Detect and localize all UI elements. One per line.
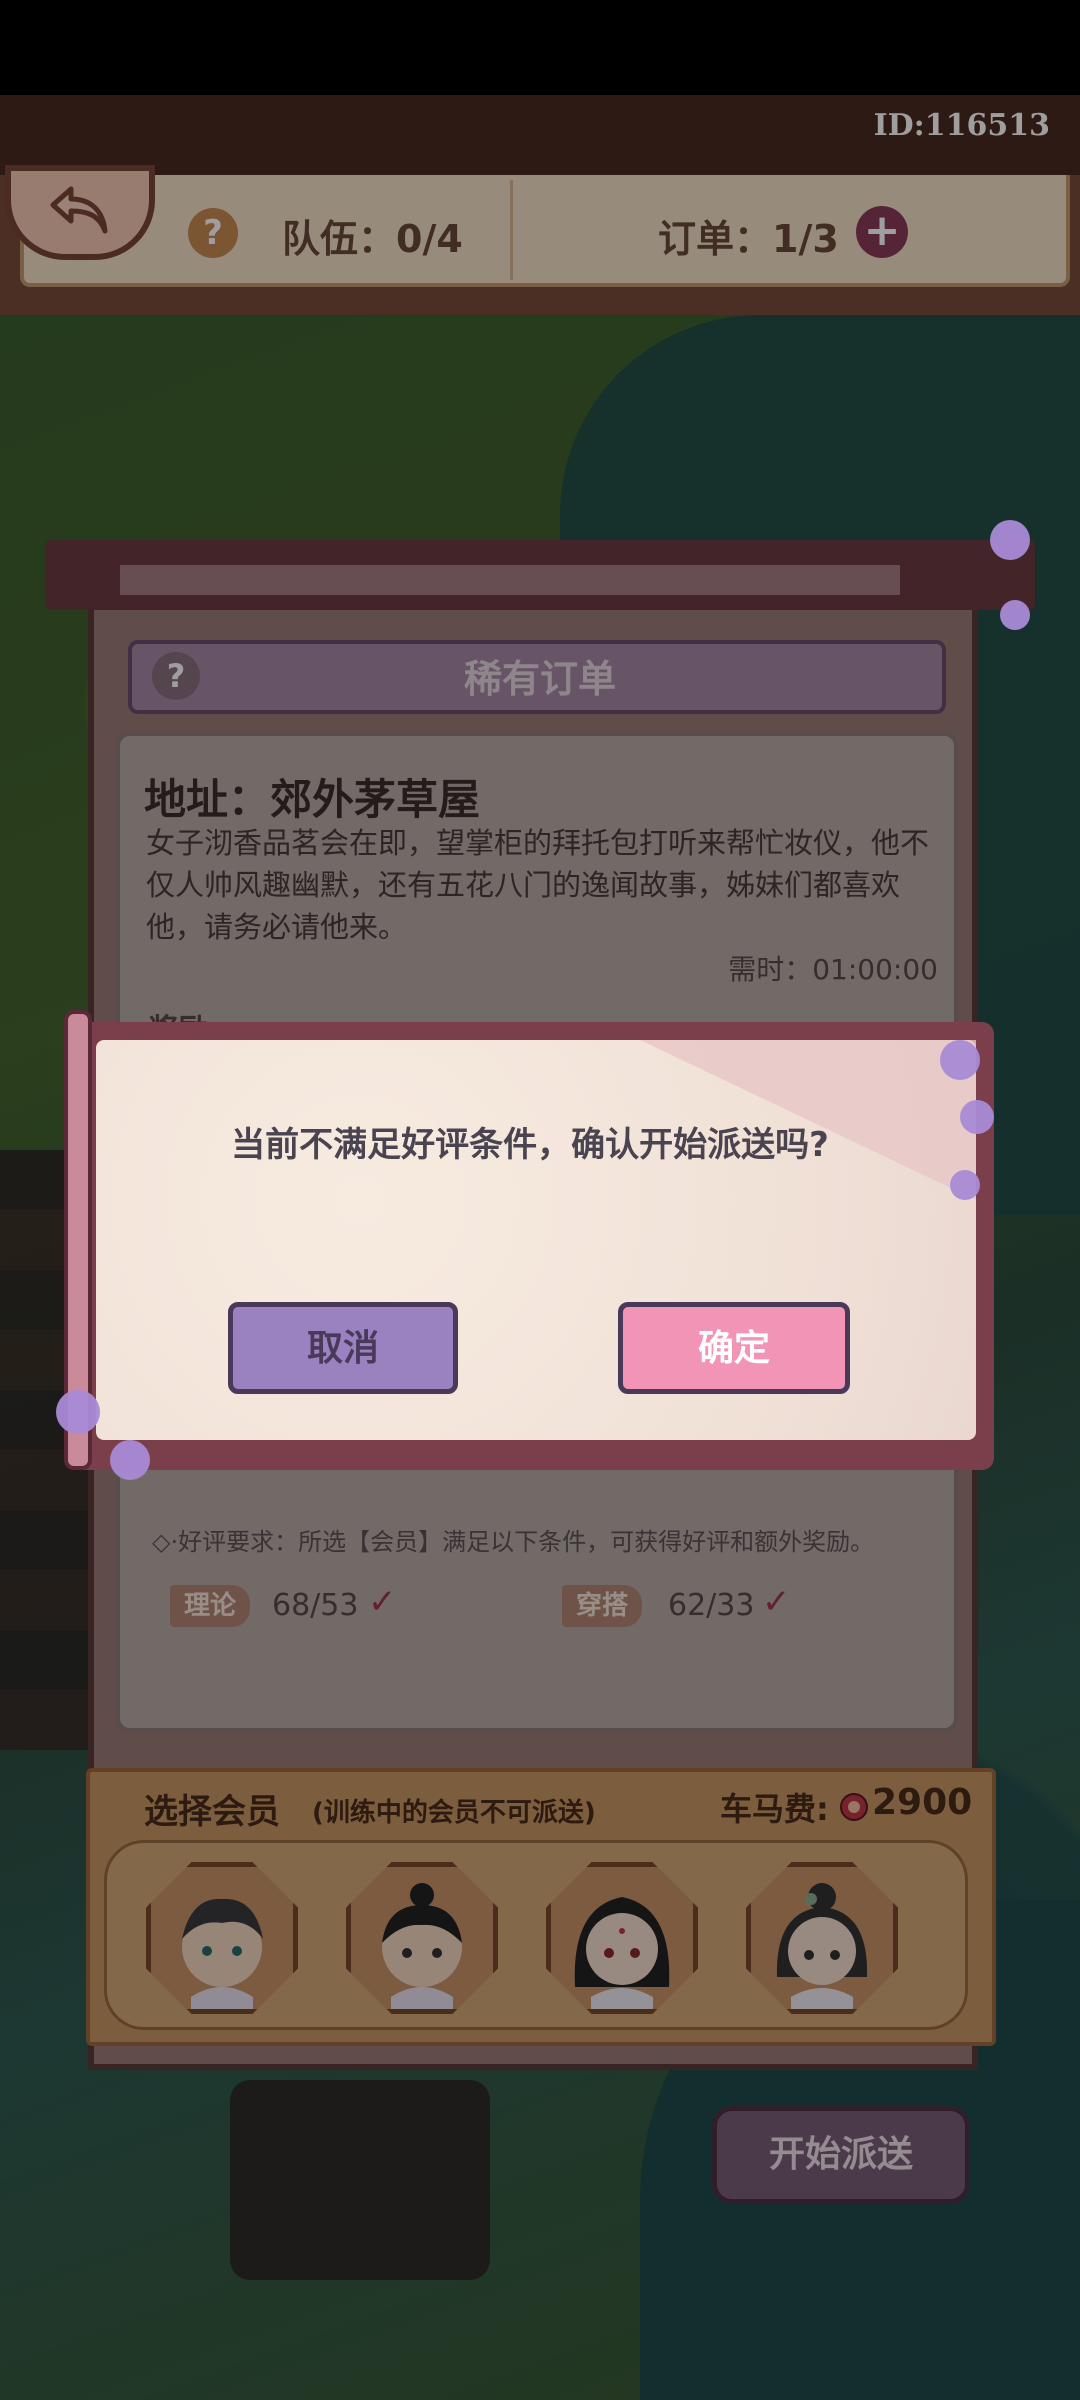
flower-decoration [110, 1440, 150, 1480]
cancel-button[interactable]: 取消 [228, 1302, 458, 1394]
confirm-button[interactable]: 确定 [618, 1302, 850, 1394]
flower-decoration [1000, 600, 1030, 630]
flower-decoration [56, 1390, 100, 1434]
flower-decoration [990, 520, 1030, 560]
flower-decoration [950, 1170, 980, 1200]
dialog-message: 当前不满足好评条件，确认开始派送吗? [231, 1125, 829, 1165]
flower-decoration [960, 1100, 994, 1134]
flower-decoration [940, 1040, 980, 1080]
